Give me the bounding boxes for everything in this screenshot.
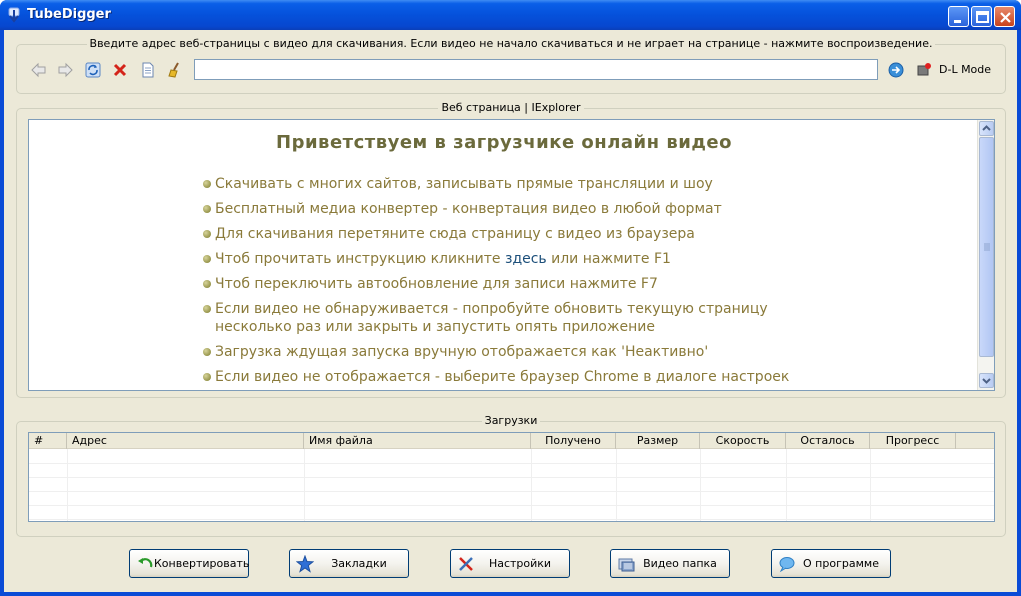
close-icon — [1000, 12, 1011, 23]
table-header: # Адрес Имя файла Получено Размер Скорос… — [29, 433, 994, 449]
welcome-heading: Приветствуем в загрузчике онлайн видео — [276, 132, 732, 153]
stop-icon[interactable] — [111, 61, 129, 79]
scroll-up-button[interactable] — [979, 121, 994, 136]
refresh-icon[interactable] — [84, 61, 102, 79]
bullet-icon — [203, 348, 211, 356]
close-button[interactable] — [994, 6, 1015, 27]
list-item: Скачивать с многих сайтов, записывать пр… — [203, 175, 823, 193]
list-item: Бесплатный медиа конвертер - конвертация… — [203, 200, 823, 218]
bullet-icon — [203, 373, 211, 381]
downloads-group-legend: Загрузки — [481, 414, 541, 427]
about-button[interactable]: О программе — [771, 549, 891, 578]
bullet-icon — [203, 230, 211, 238]
column-divider — [531, 449, 532, 521]
window-title: TubeDigger — [27, 7, 111, 22]
list-item: Загрузка ждущая запуска вручную отобража… — [203, 343, 823, 361]
bullet-icon — [203, 205, 211, 213]
address-group-legend: Введите адрес веб-страницы с видео для с… — [86, 37, 936, 50]
minimize-button[interactable] — [948, 6, 969, 27]
browser-group-legend: Веб страница | IExplorer — [438, 101, 584, 114]
table-row — [29, 506, 994, 520]
column-header-size[interactable]: Размер — [616, 433, 700, 449]
forward-arrow-icon[interactable] — [56, 61, 74, 79]
bullet-icon — [203, 180, 211, 188]
clear-broom-icon[interactable] — [166, 61, 184, 79]
bookmarks-button-label: Закладки — [331, 557, 387, 570]
scroll-thumb[interactable] — [979, 137, 994, 357]
table-row — [29, 464, 994, 478]
app-download-icon — [8, 7, 20, 23]
scroll-down-button[interactable] — [979, 373, 994, 388]
bullet-icon — [203, 305, 211, 313]
bullet-icon — [203, 280, 211, 288]
column-header-remaining[interactable]: Осталось — [786, 433, 870, 449]
column-divider — [786, 449, 787, 521]
go-icon[interactable] — [887, 61, 905, 79]
page-icon[interactable] — [139, 61, 157, 79]
video-folder-button[interactable]: Видео папка — [610, 549, 730, 578]
url-input[interactable] — [194, 59, 878, 80]
column-header-number[interactable]: # — [29, 433, 67, 449]
about-button-label: О программе — [803, 557, 879, 570]
column-divider — [616, 449, 617, 521]
maximize-icon — [976, 11, 989, 23]
back-arrow-icon[interactable] — [30, 61, 48, 79]
grip-icon — [984, 243, 990, 251]
title-bar[interactable]: TubeDigger — [0, 0, 1021, 30]
convert-button[interactable]: Конвертировать — [129, 549, 249, 578]
list-item: Для скачивания перетяните сюда страницу … — [203, 225, 823, 243]
settings-button-label: Настройки — [488, 557, 552, 570]
minimize-icon — [954, 20, 961, 23]
chevron-up-icon — [982, 125, 991, 131]
column-divider — [870, 449, 871, 521]
table-row — [29, 478, 994, 492]
record-icon[interactable] — [915, 61, 933, 79]
star-icon — [296, 555, 314, 573]
dl-mode-toggle[interactable]: D-L Mode — [939, 63, 991, 76]
column-header-speed[interactable]: Скорость — [700, 433, 786, 449]
column-header-received[interactable]: Получено — [531, 433, 616, 449]
column-divider — [304, 449, 305, 521]
bookmarks-button[interactable]: Закладки — [289, 549, 409, 578]
app-window: TubeDigger Введите адрес веб-страницы с … — [0, 0, 1021, 596]
list-item: Чтоб прочитать инструкцию кликните здесь… — [203, 250, 823, 268]
table-row — [29, 450, 994, 464]
maximize-button[interactable] — [971, 6, 992, 27]
column-header-progress[interactable]: Прогресс — [870, 433, 956, 449]
feature-list: Скачивать с многих сайтов, записывать пр… — [203, 175, 823, 393]
vertical-scrollbar[interactable] — [977, 120, 994, 390]
list-item: Если видео не отображается - выберите бр… — [203, 368, 823, 386]
tools-icon — [459, 557, 473, 571]
list-item: Если видео не обнаруживается - попробуйт… — [203, 300, 823, 336]
chat-bubble-icon — [779, 557, 795, 573]
table-row — [29, 492, 994, 506]
convert-arrow-icon — [138, 558, 153, 568]
column-divider — [700, 449, 701, 521]
list-item: Чтоб переключить автообновление для запи… — [203, 275, 823, 293]
client-area: Введите адрес веб-страницы с видео для с… — [4, 30, 1017, 592]
bullet-icon — [203, 255, 211, 263]
column-header-address[interactable]: Адрес — [67, 433, 304, 449]
video-folder-button-label: Видео папка — [643, 557, 717, 570]
downloads-table[interactable]: # Адрес Имя файла Получено Размер Скорос… — [28, 432, 995, 522]
web-page-view[interactable]: Приветствуем в загрузчике онлайн видео С… — [28, 119, 995, 391]
convert-button-label: Конвертировать — [154, 557, 250, 570]
help-link[interactable]: здесь — [505, 251, 547, 267]
column-header-filename[interactable]: Имя файла — [304, 433, 531, 449]
chevron-down-icon — [982, 378, 991, 384]
folder-video-icon — [618, 558, 635, 572]
column-divider — [67, 449, 68, 521]
settings-button[interactable]: Настройки — [450, 549, 570, 578]
